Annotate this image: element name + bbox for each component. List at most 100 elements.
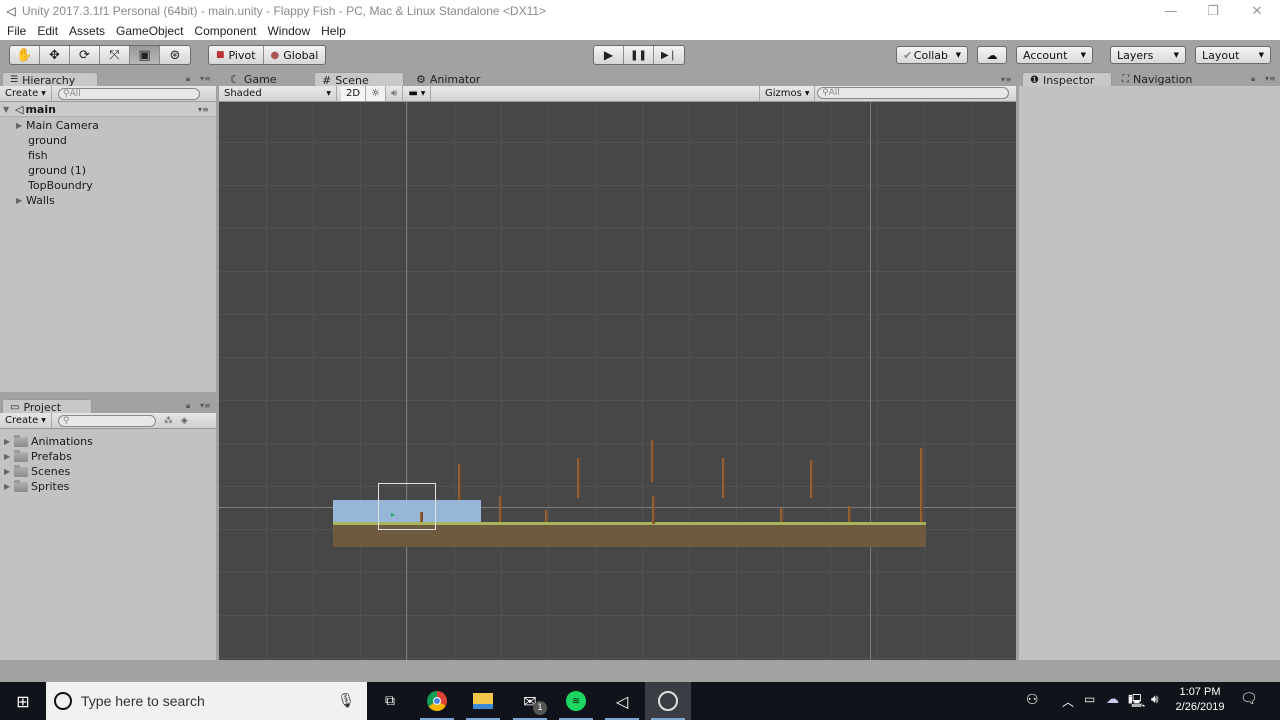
obs-button[interactable] [645, 682, 691, 720]
volume-icon[interactable]: 🔊︎ [1151, 692, 1159, 707]
tab-project[interactable]: ▭ Project [2, 399, 92, 414]
scene-view[interactable]: ▸ [219, 102, 1016, 660]
clock[interactable]: 1:07 PM 2/26/2019 [1172, 685, 1228, 715]
tab-hierarchy[interactable]: ☰ Hierarchy [2, 72, 98, 87]
wall-pole[interactable] [848, 506, 851, 522]
layers-dropdown[interactable]: Layers ▼ [1110, 46, 1186, 64]
microphone-icon[interactable]: 🎙︎ [337, 693, 355, 709]
tab-animator[interactable]: ⚙ Animator [409, 72, 499, 87]
scale-tool-button[interactable]: ⤧ [100, 46, 130, 64]
action-center-icon[interactable]: 🗨︎ [1240, 691, 1258, 707]
tab-game[interactable]: ☾ Game [223, 72, 309, 87]
expand-arrow-icon[interactable]: ▶ [4, 452, 14, 461]
tab-inspector[interactable]: ❶ Inspector [1022, 72, 1112, 87]
transform-tool-button[interactable]: ⊛ [160, 46, 190, 64]
rect-tool-button[interactable]: ▣ [130, 46, 160, 64]
wall-pole[interactable] [499, 496, 502, 522]
hierarchy-item[interactable]: ▶ Main Camera [16, 118, 99, 133]
close-button[interactable]: ✕ [1234, 0, 1280, 22]
panel-menu-icon[interactable]: ▾≡ [200, 74, 211, 83]
menu-file[interactable]: File [7, 24, 26, 38]
expand-arrow-icon[interactable]: ▶ [4, 437, 14, 446]
restore-button[interactable]: ❐ [1190, 0, 1236, 22]
wall-pole[interactable] [920, 448, 923, 522]
task-view-button[interactable]: ⧉ [367, 682, 413, 720]
wall-pole[interactable] [810, 460, 813, 498]
network-icon[interactable]: 🖳︎ [1128, 692, 1145, 714]
global-toggle[interactable]: ● Global [264, 46, 326, 64]
lock-icon[interactable]: 🔒︎ [186, 74, 190, 84]
menu-window[interactable]: Window [267, 24, 310, 38]
expand-arrow-icon[interactable]: ▶ [4, 482, 14, 491]
hierarchy-search-input[interactable]: ⚲ All [57, 87, 200, 100]
expand-arrow-icon[interactable]: ▼ [3, 105, 13, 114]
menu-help[interactable]: Help [321, 24, 346, 38]
cloud-button[interactable]: ☁ [977, 46, 1007, 64]
lighting-toggle[interactable]: ☼ [366, 86, 387, 101]
unity-button[interactable]: ◁ [599, 682, 645, 720]
scene-search-input[interactable]: ⚲ All [817, 87, 1009, 99]
wall-pole[interactable] [577, 458, 580, 498]
mail-button[interactable]: ✉ 1 [507, 682, 553, 720]
show-hidden-icons-chevron[interactable]: ︿ [1062, 693, 1074, 710]
hierarchy-item[interactable]: ground [28, 133, 67, 148]
battery-icon[interactable]: ▭ [1084, 692, 1095, 706]
lock-icon[interactable]: 🔒︎ [186, 401, 190, 411]
project-folder[interactable]: ▶ Prefabs [4, 449, 72, 464]
menu-component[interactable]: Component [194, 24, 256, 38]
expand-arrow-icon[interactable]: ▶ [16, 121, 26, 130]
hierarchy-item[interactable]: TopBoundry [28, 178, 93, 193]
2d-toggle[interactable]: 2D [341, 86, 367, 101]
camera-selection-rect[interactable] [378, 483, 436, 530]
spotify-button[interactable]: ≋ [553, 682, 599, 720]
scene-root-row[interactable]: ▼ ◁ main ▾≡ [0, 102, 216, 117]
people-icon[interactable]: ⚇ [1026, 692, 1039, 708]
chrome-button[interactable] [414, 682, 460, 720]
wall-pole[interactable] [651, 440, 654, 482]
project-folder[interactable]: ▶ Scenes [4, 464, 70, 479]
project-folder[interactable]: ▶ Sprites [4, 479, 69, 494]
rotate-tool-button[interactable]: ⟳ [70, 46, 100, 64]
fish-sprite[interactable]: ▸ [391, 510, 395, 519]
hierarchy-item[interactable]: ▶ Walls [16, 193, 55, 208]
wall-pole[interactable] [722, 458, 725, 498]
start-button[interactable]: ⊞ [0, 682, 46, 720]
filter-by-label-icon[interactable]: ◈ [181, 416, 188, 426]
panel-menu-icon[interactable]: ▾≡ [1265, 74, 1276, 83]
tab-navigation[interactable]: ⛶ Navigation [1115, 72, 1215, 87]
project-create-button[interactable]: Create ▼ [0, 413, 52, 428]
move-tool-button[interactable]: ✥ [40, 46, 70, 64]
hierarchy-create-button[interactable]: Create ▼ [0, 86, 52, 101]
effects-dropdown[interactable]: ▬ ▼ [403, 86, 432, 101]
layout-dropdown[interactable]: Layout ▼ [1195, 46, 1271, 64]
wall-pole[interactable] [652, 496, 655, 524]
lock-icon[interactable]: 🔒︎ [1251, 74, 1255, 84]
menu-assets[interactable]: Assets [69, 24, 105, 38]
minimize-button[interactable]: — [1148, 0, 1194, 22]
hierarchy-item[interactable]: ground (1) [28, 163, 86, 178]
taskbar-search-input[interactable]: Type here to search 🎙︎ [46, 682, 367, 720]
file-explorer-button[interactable] [460, 682, 506, 720]
expand-arrow-icon[interactable]: ▶ [16, 196, 26, 205]
project-search-input[interactable]: ⚲ [57, 414, 156, 427]
filter-by-type-icon[interactable]: ⁂ [164, 416, 173, 426]
account-dropdown[interactable]: Account ▼ [1016, 46, 1093, 64]
wall-pole[interactable] [545, 510, 548, 522]
step-button[interactable]: ▶❘ [654, 46, 684, 64]
collab-dropdown[interactable]: ✔ Collab ▼ [896, 46, 968, 64]
play-button[interactable]: ▶ [594, 46, 624, 64]
pause-button[interactable]: ❚❚ [624, 46, 654, 64]
project-folder[interactable]: ▶ Animations [4, 434, 93, 449]
scene-menu-icon[interactable]: ▾≡ [198, 105, 209, 114]
pivot-toggle[interactable]: ■ Pivot [209, 46, 264, 64]
hierarchy-item[interactable]: fish [28, 148, 48, 163]
menu-gameobject[interactable]: GameObject [116, 24, 183, 38]
expand-arrow-icon[interactable]: ▶ [4, 467, 14, 476]
gizmos-dropdown[interactable]: Gizmos ▼ [759, 86, 816, 101]
hand-tool-button[interactable]: ✋ [10, 46, 40, 64]
tab-scene[interactable]: # Scene [314, 72, 404, 87]
menu-edit[interactable]: Edit [37, 24, 58, 38]
shading-mode-dropdown[interactable]: Shaded ▼ [219, 86, 337, 101]
panel-menu-icon[interactable]: ▾≡ [1001, 75, 1012, 84]
wall-pole[interactable] [780, 508, 783, 522]
